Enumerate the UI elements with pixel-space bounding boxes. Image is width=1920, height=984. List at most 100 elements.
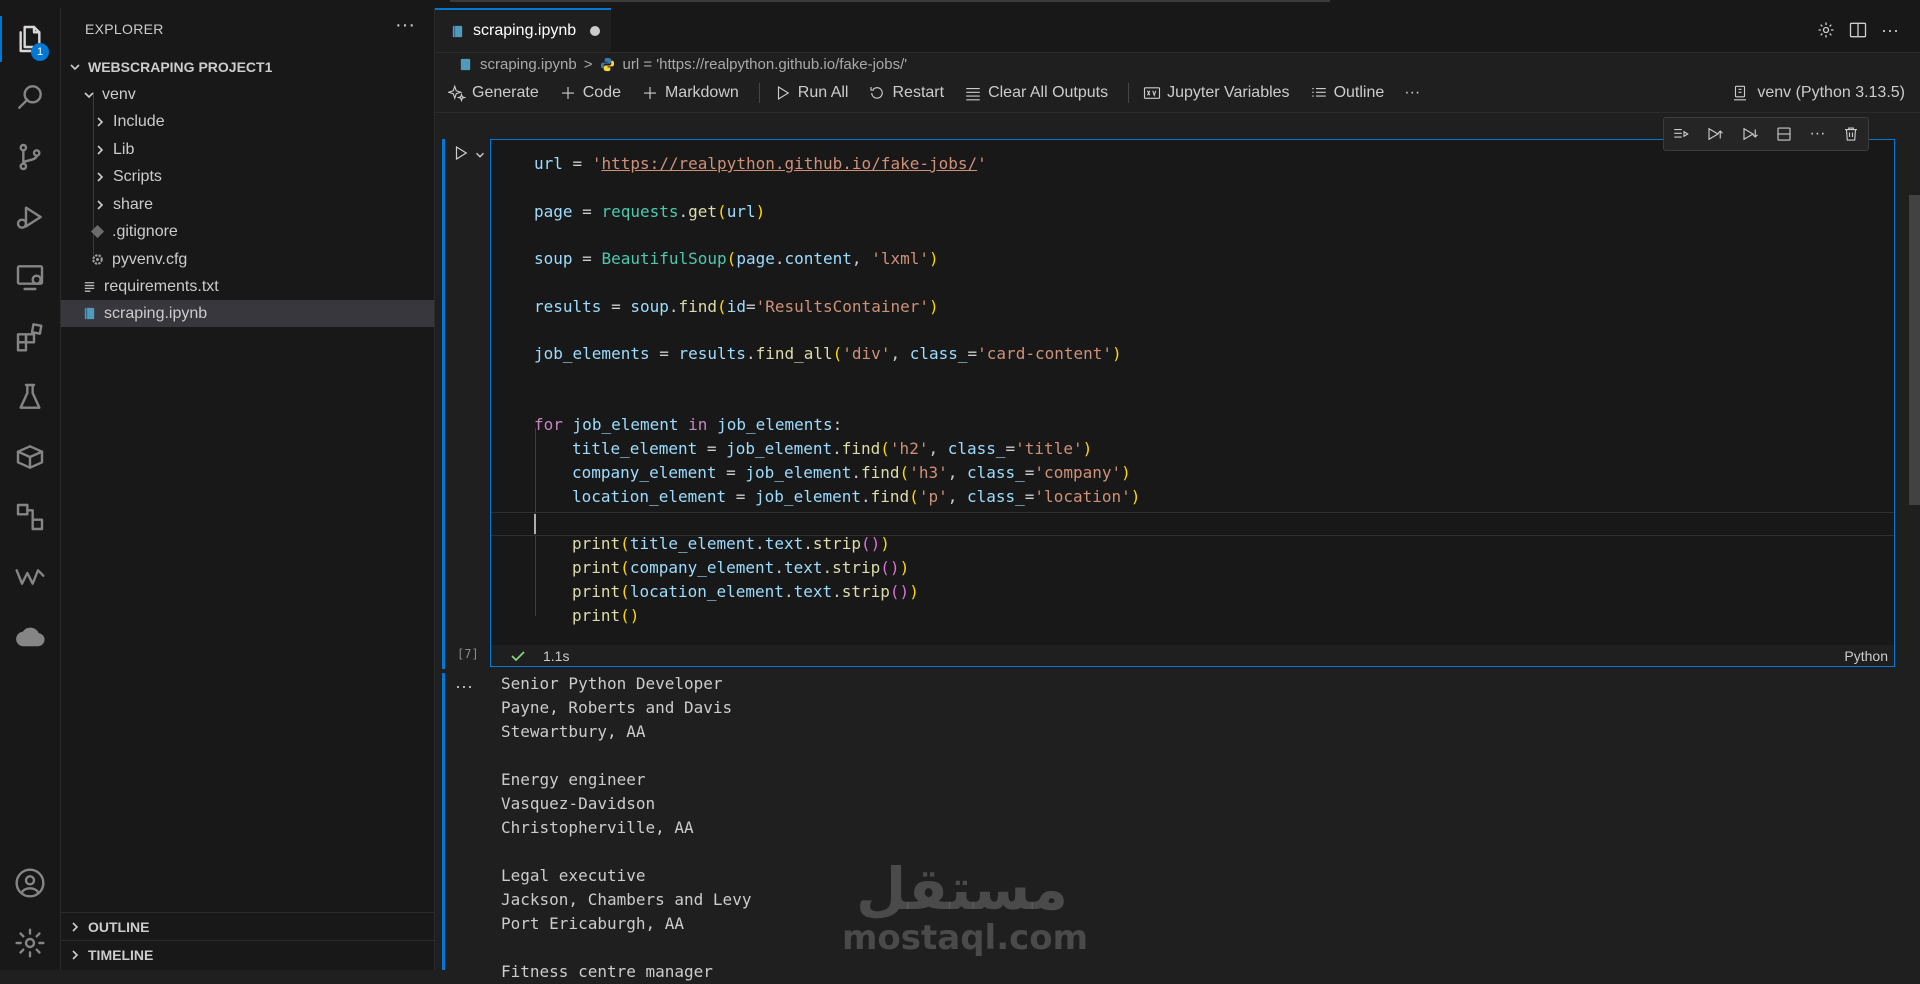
run-above-icon[interactable] [1706, 125, 1724, 143]
output-line: Vasquez-Davidson [501, 794, 656, 813]
code-line-4: results = soup.find(id='ResultsContainer… [534, 297, 939, 316]
split-editor-button[interactable] [1846, 18, 1870, 42]
cell-language[interactable]: Python [1844, 648, 1888, 664]
output-actions-button[interactable]: ··· [455, 676, 473, 697]
editor-more-actions[interactable]: ··· [1878, 18, 1902, 42]
add-markdown-cell-button[interactable]: Markdown [641, 84, 739, 102]
run-cell-button[interactable] [452, 144, 470, 167]
accounts-activity[interactable] [0, 856, 60, 910]
project-folder[interactable]: WEBSCRAPING PROJECT1 [61, 53, 434, 80]
output-line: Christopherville, AA [501, 818, 694, 837]
tree-item-label: Scripts [113, 167, 162, 185]
containers-activity[interactable] [0, 430, 60, 484]
breadcrumb-file[interactable]: scraping.ipynb [480, 56, 577, 73]
wave-activity[interactable] [0, 550, 60, 604]
tree-item-requirements[interactable]: requirements.txt [61, 273, 434, 300]
execute-above-icon[interactable] [1672, 125, 1690, 143]
variables-icon [1144, 87, 1161, 99]
code-line-8: company_element = job_element.find('h3',… [572, 463, 1131, 482]
chevron-right-icon [92, 142, 108, 158]
generate-button[interactable]: Generate [448, 84, 539, 102]
code-line-9: location_element = job_element.find('p',… [572, 487, 1141, 506]
output-line: Jackson, Chambers and Levy [501, 890, 752, 909]
code-cell[interactable]: url = 'https://realpython.github.io/fake… [490, 139, 1895, 667]
cell-toolbar: ··· [1663, 117, 1869, 151]
restart-label: Restart [892, 84, 945, 101]
tree-item-label: share [113, 195, 154, 213]
outline-button[interactable]: Outline [1310, 84, 1385, 102]
cell-more-actions[interactable]: ··· [1809, 125, 1825, 143]
testing-activity[interactable] [0, 370, 60, 424]
kernel-picker[interactable]: venv (Python 3.13.5) [1731, 78, 1905, 108]
jupyter-variables-button[interactable]: Jupyter Variables [1143, 84, 1290, 102]
editor-scrollbar[interactable] [1909, 120, 1920, 970]
tree-item-scripts[interactable]: Scripts [61, 163, 434, 190]
output-line: Stewartbury, AA [501, 722, 646, 741]
trash-icon[interactable] [1842, 125, 1860, 143]
notebook-toolbar: Generate Code Markdown Run All Restart C… [435, 78, 1920, 108]
add-code-cell-button[interactable]: Code [559, 84, 621, 102]
flask-icon [19, 383, 41, 409]
code-line-2: page = requests.get(url) [534, 202, 766, 221]
remote-explorer-activity[interactable] [0, 250, 60, 304]
python-icon [600, 56, 616, 72]
restart-button[interactable]: Restart [868, 84, 944, 102]
editor-tab-bar: scraping.ipynb ··· [435, 8, 1920, 53]
split-cell-icon[interactable] [1775, 125, 1793, 143]
outline-label: Outline [1333, 84, 1385, 101]
unsaved-dot-icon[interactable] [590, 26, 601, 36]
code-line-7: title_element = job_element.find('h2', c… [572, 439, 1093, 458]
tree-item-share[interactable]: share [61, 191, 434, 218]
tree-item-lib[interactable]: Lib [61, 136, 434, 163]
clear-outputs-button[interactable]: Clear All Outputs [964, 84, 1108, 102]
tree-item-scraping-notebook[interactable]: scraping.ipynb [61, 300, 434, 327]
tree-item-label: Include [113, 112, 165, 130]
git-file-icon [89, 224, 105, 240]
notebook-settings-button[interactable] [1814, 18, 1838, 42]
timeline-section[interactable]: TIMELINE [61, 940, 440, 968]
restart-icon [870, 87, 884, 99]
manage-activity[interactable] [0, 916, 60, 970]
gear-icon [15, 928, 45, 958]
cell-focus-indicator [442, 139, 445, 669]
scrollbar-thumb[interactable] [1909, 195, 1920, 505]
breadcrumb: scraping.ipynb > url = 'https://realpyth… [435, 52, 1920, 76]
plus-icon [643, 87, 656, 99]
tree-item-include[interactable]: Include [61, 108, 434, 135]
run-debug-activity[interactable] [0, 190, 60, 244]
remote-activity[interactable] [0, 490, 60, 544]
notebook-editor: scraping.ipynb ··· scraping.ipynb > url … [435, 8, 1920, 981]
chevron-down-icon [476, 152, 484, 158]
run-options-button[interactable] [473, 148, 487, 167]
tree-item-label: Lib [113, 140, 135, 158]
source-control-activity[interactable] [0, 130, 60, 184]
run-all-button[interactable]: Run All [774, 84, 848, 102]
explorer-sidebar: EXPLORER ··· WEBSCRAPING PROJECT1 venv I… [61, 8, 440, 970]
explorer-badge: 1 [31, 43, 49, 61]
cloud-activity[interactable] [0, 610, 60, 664]
execution-time: 1.1s [543, 648, 570, 664]
tree-item-gitignore[interactable]: .gitignore [61, 218, 434, 245]
cloud-icon [16, 627, 45, 647]
extensions-activity[interactable] [0, 310, 60, 364]
execution-count: [7] [457, 647, 479, 661]
output-line: Payne, Roberts and Davis [501, 698, 733, 717]
outline-section[interactable]: OUTLINE [61, 912, 440, 940]
chevron-right-icon [67, 947, 83, 963]
run-below-icon[interactable] [1741, 125, 1759, 143]
search-activity[interactable] [0, 70, 60, 124]
explorer-more-actions[interactable]: ··· [395, 14, 415, 37]
explorer-activity[interactable]: 1 [0, 12, 60, 66]
tree-item-pyvenv[interactable]: pyvenv.cfg [61, 246, 434, 273]
tab-scraping-notebook[interactable]: scraping.ipynb [435, 8, 611, 52]
code-label: Code [582, 84, 621, 101]
tree-item-venv[interactable]: venv [61, 81, 434, 108]
code-editor[interactable]: url = 'https://realpython.github.io/fake… [491, 140, 1894, 645]
breadcrumb-symbol[interactable]: url = 'https://realpython.github.io/fake… [623, 56, 908, 73]
toolbar-more-button[interactable]: ··· [1404, 84, 1420, 102]
chevron-down-icon [81, 87, 97, 103]
output-line: Energy engineer [501, 770, 646, 789]
output-line: Port Ericaburgh, AA [501, 914, 685, 933]
